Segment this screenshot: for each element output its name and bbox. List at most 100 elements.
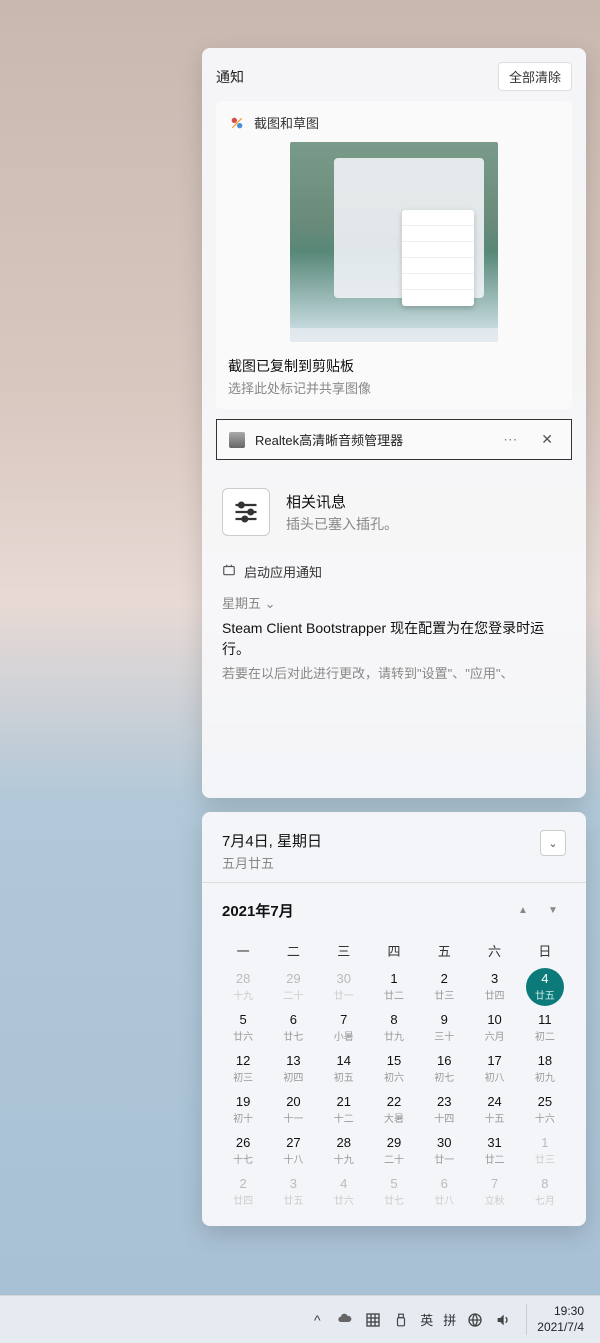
calendar-day[interactable]: 26十七: [218, 1132, 268, 1171]
calendar-day[interactable]: 27十八: [268, 1132, 318, 1171]
calendar-month-label[interactable]: 2021年7月: [222, 900, 294, 921]
day-lunar: 廿四: [469, 987, 519, 1002]
close-icon[interactable]: ✕: [535, 431, 559, 448]
divider: [202, 882, 586, 883]
calendar-day[interactable]: 10六月: [469, 1009, 519, 1048]
realtek-app-name: Realtek高清晰音频管理器: [255, 430, 487, 449]
calendar-date-lunar: 五月廿五: [222, 853, 322, 872]
calendar-day[interactable]: 8七月: [520, 1173, 570, 1212]
realtek-info-sub: 插头已塞入插孔。: [286, 514, 398, 534]
calendar-day[interactable]: 1廿二: [369, 968, 419, 1007]
calendar-day[interactable]: 5廿七: [369, 1173, 419, 1212]
day-number: 7: [469, 1176, 519, 1191]
day-lunar: 小暑: [319, 1028, 369, 1043]
day-lunar: 廿二: [369, 987, 419, 1002]
grid-icon[interactable]: [364, 1311, 382, 1329]
network-icon[interactable]: [466, 1311, 484, 1329]
calendar-day[interactable]: 6廿七: [268, 1009, 318, 1048]
clock-date: 2021/7/4: [537, 1320, 584, 1336]
calendar-month-row: 2021年7月 ▲ ▼: [216, 893, 572, 931]
taskbar-clock[interactable]: 19:30 2021/7/4: [526, 1304, 594, 1335]
calendar-day[interactable]: 31廿二: [469, 1132, 519, 1171]
calendar-dow: 六: [469, 935, 519, 966]
day-lunar: 廿九: [369, 1028, 419, 1043]
calendar-day[interactable]: 16初七: [419, 1050, 469, 1089]
calendar-day[interactable]: 23十四: [419, 1091, 469, 1130]
day-number: 11: [520, 1012, 570, 1027]
calendar-day[interactable]: 24十五: [469, 1091, 519, 1130]
collapse-button[interactable]: ⌄: [540, 830, 566, 856]
volume-icon[interactable]: [494, 1311, 512, 1329]
calendar-day[interactable]: 9三十: [419, 1009, 469, 1048]
notification-startup[interactable]: 启动应用通知 星期五 ⌄ Steam Client Bootstrapper 现…: [216, 554, 572, 690]
calendar-day[interactable]: 28十九: [218, 968, 268, 1007]
prev-month-button[interactable]: ▲: [510, 897, 536, 923]
day-lunar: 廿五: [268, 1192, 318, 1207]
more-icon[interactable]: ⋯: [497, 431, 525, 448]
day-number: 21: [319, 1094, 369, 1109]
calendar-day[interactable]: 11初二: [520, 1009, 570, 1048]
calendar-day[interactable]: 17初八: [469, 1050, 519, 1089]
calendar-day[interactable]: 2廿三: [419, 968, 469, 1007]
day-lunar: 十八: [268, 1151, 318, 1166]
calendar-day[interactable]: 15初六: [369, 1050, 419, 1089]
notification-snip[interactable]: 截图和草图 截图已复制到剪贴板 选择此处标记并共享图像: [216, 101, 572, 409]
calendar-day[interactable]: 3廿五: [268, 1173, 318, 1212]
day-lunar: 初二: [520, 1028, 570, 1043]
calendar-day[interactable]: 7立秋: [469, 1173, 519, 1212]
day-lunar: 廿四: [218, 1192, 268, 1207]
calendar-day[interactable]: 30廿一: [419, 1132, 469, 1171]
calendar-day[interactable]: 25十六: [520, 1091, 570, 1130]
day-number: 16: [419, 1053, 469, 1068]
day-lunar: 十一: [268, 1110, 318, 1125]
day-lunar: 十四: [419, 1110, 469, 1125]
day-lunar: 初五: [319, 1069, 369, 1084]
calendar-day[interactable]: 4廿五: [526, 968, 564, 1006]
notification-title: 通知: [216, 67, 244, 87]
calendar-day[interactable]: 29二十: [268, 968, 318, 1007]
usb-icon[interactable]: [392, 1311, 410, 1329]
calendar-day[interactable]: 28十九: [319, 1132, 369, 1171]
notification-realtek-body[interactable]: 相关讯息 插头已塞入插孔。: [216, 470, 572, 554]
calendar-day[interactable]: 19初十: [218, 1091, 268, 1130]
calendar-day[interactable]: 7小暑: [319, 1009, 369, 1048]
day-lunar: 初六: [369, 1069, 419, 1084]
calendar-day[interactable]: 2廿四: [218, 1173, 268, 1212]
onedrive-icon[interactable]: [336, 1311, 354, 1329]
clear-all-button[interactable]: 全部清除: [498, 62, 572, 91]
calendar-dow: 日: [520, 935, 570, 966]
day-number: 5: [218, 1012, 268, 1027]
ime-mode[interactable]: 拼: [443, 1310, 456, 1329]
day-lunar: 廿六: [319, 1192, 369, 1207]
day-number: 27: [268, 1135, 318, 1150]
calendar-day[interactable]: 3廿四: [469, 968, 519, 1007]
day-lunar: 六月: [469, 1028, 519, 1043]
calendar-day[interactable]: 12初三: [218, 1050, 268, 1089]
calendar-day[interactable]: 18初九: [520, 1050, 570, 1089]
calendar-day[interactable]: 22大暑: [369, 1091, 419, 1130]
calendar-day[interactable]: 8廿九: [369, 1009, 419, 1048]
next-month-button[interactable]: ▼: [540, 897, 566, 923]
calendar-day[interactable]: 21十二: [319, 1091, 369, 1130]
calendar-day[interactable]: 14初五: [319, 1050, 369, 1089]
calendar-day[interactable]: 1廿三: [520, 1132, 570, 1171]
day-number: 1: [369, 971, 419, 986]
calendar-day[interactable]: 5廿六: [218, 1009, 268, 1048]
day-number: 10: [469, 1012, 519, 1027]
calendar-day[interactable]: 30廿一: [319, 968, 369, 1007]
day-lunar: 廿六: [218, 1028, 268, 1043]
calendar-day[interactable]: 13初四: [268, 1050, 318, 1089]
calendar-day[interactable]: 20十一: [268, 1091, 318, 1130]
calendar-dow: 三: [319, 935, 369, 966]
screenshot-thumbnail[interactable]: [290, 142, 498, 342]
tray-overflow-icon[interactable]: ^: [308, 1311, 326, 1329]
day-number: 15: [369, 1053, 419, 1068]
calendar-day[interactable]: 29二十: [369, 1132, 419, 1171]
notification-realtek-header[interactable]: Realtek高清晰音频管理器 ⋯ ✕: [216, 419, 572, 460]
notification-message-title: 截图已复制到剪贴板: [228, 356, 560, 376]
calendar-day[interactable]: 4廿六: [319, 1173, 369, 1212]
day-number: 25: [520, 1094, 570, 1109]
day-lunar: 初七: [419, 1069, 469, 1084]
calendar-day[interactable]: 6廿八: [419, 1173, 469, 1212]
ime-language[interactable]: 英: [420, 1310, 433, 1329]
